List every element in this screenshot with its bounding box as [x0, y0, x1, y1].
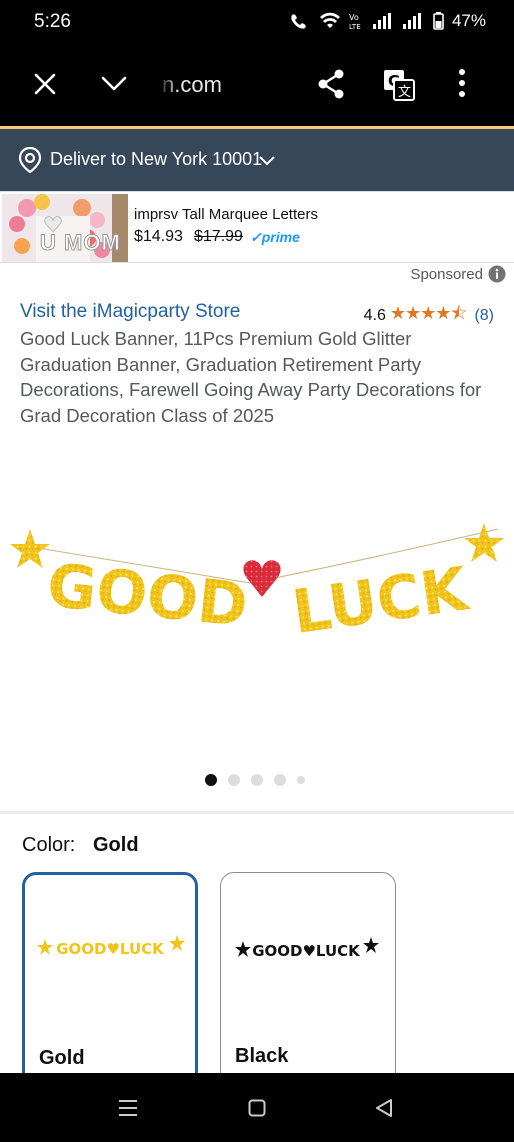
- rating-value: 4.6: [363, 307, 386, 324]
- more-vertical-icon[interactable]: [458, 68, 466, 98]
- carousel-dot[interactable]: [297, 776, 305, 784]
- section-divider: [0, 811, 514, 814]
- battery-icon: [433, 12, 444, 30]
- color-option-name: Gold: [39, 1047, 85, 1069]
- wifi-icon: [319, 12, 340, 28]
- carousel-dot[interactable]: [274, 774, 286, 786]
- svg-text:Vo: Vo: [349, 13, 359, 22]
- deliver-location-bar[interactable]: Deliver to New York 10001: [0, 129, 514, 191]
- product-title: Good Luck Banner, 11Pcs Premium Gold Gli…: [20, 328, 482, 426]
- ad-image-text: U MOM: [40, 230, 121, 256]
- ad-product-image[interactable]: U MOM: [2, 194, 128, 262]
- volte-icon: VoLTE: [349, 13, 361, 30]
- carousel-dot[interactable]: [205, 774, 217, 786]
- browser-toolbar: n.com G文: [0, 44, 514, 126]
- chevron-down-icon[interactable]: [100, 74, 128, 94]
- color-selected-value: Gold: [93, 834, 139, 856]
- chevron-down-icon: [259, 156, 275, 166]
- close-icon[interactable]: [32, 71, 58, 97]
- location-pin-icon: [18, 147, 42, 173]
- star-left: [10, 529, 50, 568]
- status-icons: Vo LTE 47%: [289, 11, 486, 31]
- black-banner-text: GOOD♥LUCK: [252, 942, 361, 960]
- info-icon[interactable]: [488, 265, 506, 283]
- status-time: 5:26: [34, 11, 71, 32]
- black-banner-thumbnail: GOOD♥LUCK: [235, 937, 379, 960]
- star-right: [464, 523, 504, 562]
- ad-title[interactable]: imprsv Tall Marquee Letters: [134, 206, 318, 223]
- banner-word-luck: LUCK: [288, 554, 474, 635]
- image-carousel-dots[interactable]: [205, 774, 305, 786]
- good-luck-banner: GOOD LUCK: [10, 523, 504, 648]
- battery-percent: 47%: [451, 11, 486, 30]
- deliver-text: Deliver to New York 10001: [50, 149, 263, 169]
- product-image[interactable]: GOOD LUCK: [10, 515, 504, 648]
- home-icon[interactable]: [248, 1099, 266, 1117]
- review-count[interactable]: (8): [474, 307, 494, 325]
- ad-price: $14.93: [134, 228, 183, 245]
- carousel-dot[interactable]: [228, 774, 240, 786]
- signal-icon-2: [402, 13, 421, 29]
- share-icon[interactable]: [316, 68, 346, 100]
- color-option-name: Black: [235, 1045, 289, 1067]
- color-label: Color:: [22, 834, 76, 856]
- carousel-dot[interactable]: [251, 774, 263, 786]
- sponsored-text: Sponsored: [410, 265, 483, 283]
- wifi-calling-icon: [291, 14, 306, 29]
- color-option-black[interactable]: GOOD♥LUCK Black: [220, 872, 396, 1092]
- svg-text:LTE: LTE: [349, 23, 361, 30]
- sponsored-label[interactable]: Sponsored: [410, 265, 506, 283]
- recent-apps-icon[interactable]: [118, 1099, 138, 1117]
- gold-banner-thumbnail: GOOD♥LUCK: [37, 935, 185, 958]
- status-bar: 5:26 Vo LTE 47%: [0, 0, 514, 44]
- translate-icon[interactable]: G文: [382, 68, 416, 102]
- sponsored-ad[interactable]: U MOM imprsv Tall Marquee Letters $14.93…: [0, 191, 514, 263]
- svg-text:文: 文: [398, 85, 411, 100]
- color-option-gold[interactable]: GOOD♥LUCK Gold: [22, 872, 198, 1092]
- url-fade: [158, 68, 178, 102]
- banner-word-good: GOOD: [44, 551, 251, 635]
- back-icon[interactable]: [374, 1098, 394, 1118]
- visit-store-link[interactable]: Visit the iMagicparty Store: [20, 301, 240, 323]
- gold-banner-text: GOOD♥LUCK: [56, 940, 165, 958]
- signal-icon: [372, 13, 391, 29]
- prime-badge: ✓prime: [250, 229, 300, 245]
- ad-list-price: $17.99: [194, 228, 243, 245]
- system-navigation-bar: [0, 1073, 514, 1142]
